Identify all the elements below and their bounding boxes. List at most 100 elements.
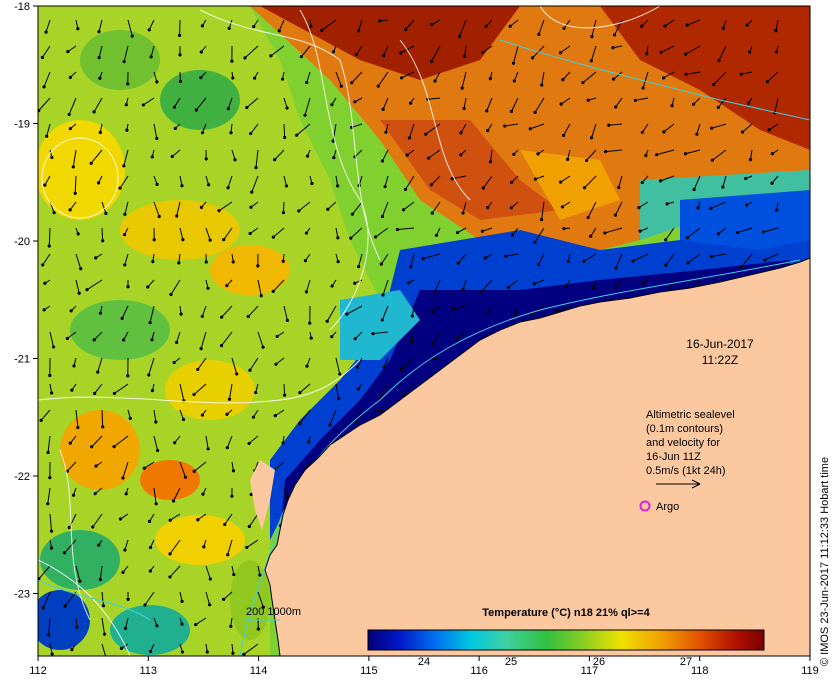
velocity-arrow-head xyxy=(281,211,286,215)
velocity-arrow-head xyxy=(614,105,618,109)
velocity-arrow-head xyxy=(709,254,714,259)
velocity-arrow-head xyxy=(431,341,435,346)
velocity-arrow-head xyxy=(381,107,385,111)
velocity-arrow-head xyxy=(692,187,696,192)
y-tick-label: -23 xyxy=(14,589,30,601)
velocity-arrow-head xyxy=(40,55,45,60)
velocity-arrow-head xyxy=(763,258,767,262)
velocity-arrow-head xyxy=(66,50,70,54)
velocity-arrow-head xyxy=(154,502,158,506)
velocity-arrow-head xyxy=(120,316,124,320)
velocity-arrow-head xyxy=(50,652,54,656)
velocity-arrow-head xyxy=(201,492,205,496)
velocity-arrow-head xyxy=(644,154,648,158)
velocity-arrow-head xyxy=(589,234,593,238)
y-tick-label: -18 xyxy=(14,1,30,13)
velocity-arrow-head xyxy=(462,54,467,58)
velocity-arrow-head xyxy=(254,166,258,170)
velocity-arrow-head xyxy=(226,107,230,111)
colorbar-tick: 27 xyxy=(680,656,692,668)
velocity-arrow-head xyxy=(633,98,638,103)
velocity-arrow-head xyxy=(353,100,357,104)
velocity-arrow-head xyxy=(405,153,409,157)
velocity-arrow-head xyxy=(41,606,45,610)
velocity-arrow-head xyxy=(98,76,102,80)
y-tick-label: -22 xyxy=(14,471,30,483)
velocity-arrow-head xyxy=(170,154,174,159)
velocity-arrow-head xyxy=(298,391,302,395)
velocity-arrow-head xyxy=(641,86,645,90)
velocity-arrow-head xyxy=(151,260,155,264)
velocity-arrow-head xyxy=(403,187,408,191)
velocity-arrow-head xyxy=(217,209,221,213)
velocity-arrow-head xyxy=(65,336,69,341)
velocity-arrow-head xyxy=(92,338,96,342)
velocity-arrow-head xyxy=(122,232,127,237)
velocity-arrow xyxy=(101,227,104,241)
velocity-arrow-head xyxy=(192,469,196,473)
velocity-arrow-head xyxy=(540,83,544,87)
velocity-arrow-head xyxy=(42,85,46,89)
velocity-arrow-head xyxy=(456,261,460,265)
velocity-arrow-head xyxy=(43,281,47,285)
velocity-arrow-head xyxy=(374,235,378,239)
velocity-arrow-head xyxy=(78,579,82,583)
velocity-arrow-head xyxy=(43,183,47,187)
velocity-arrow-head xyxy=(566,259,570,263)
velocity-arrow-head xyxy=(142,466,146,470)
velocity-arrow-head xyxy=(94,464,98,468)
velocity-arrow-head xyxy=(192,392,196,397)
velocity-arrow-head xyxy=(121,570,125,574)
velocity-arrow-head xyxy=(231,76,235,80)
velocity-arrow-head xyxy=(76,27,80,31)
velocity-arrow-head xyxy=(49,546,54,550)
velocity-arrow-head xyxy=(281,441,285,445)
velocity-arrow-head xyxy=(256,264,260,268)
velocity-arrow-head xyxy=(307,440,311,444)
velocity-arrow-head xyxy=(168,552,172,556)
velocity-arrow-head xyxy=(50,391,54,395)
velocity-arrow-head xyxy=(112,391,116,396)
velocity-arrow-head xyxy=(97,55,101,60)
velocity-arrow-head xyxy=(72,364,76,368)
velocity-arrow-head xyxy=(122,338,126,342)
velocity-arrow-head xyxy=(204,157,208,161)
sst-map: 112 113 114 115 116 117 118 119 -18-19-20-21-22… xyxy=(14,1,831,677)
velocity-arrow-head xyxy=(222,597,226,601)
velocity-arrow-head xyxy=(96,181,101,185)
velocity-arrow-head xyxy=(383,184,387,189)
velocity-arrow-head xyxy=(304,231,309,235)
velocity-arrow-head xyxy=(684,52,688,56)
velocity-arrow-head xyxy=(253,76,257,80)
velocity-arrow-head xyxy=(196,518,200,522)
velocity-arrow-head xyxy=(123,548,127,552)
velocity-arrow-head xyxy=(254,390,258,395)
velocity-arrow-head xyxy=(481,50,485,55)
velocity-arrow-head xyxy=(85,288,89,292)
velocity-arrow-head xyxy=(486,205,490,210)
velocity-arrow-head xyxy=(432,290,437,294)
velocity-arrow-head xyxy=(716,232,721,236)
velocity-arrow-head xyxy=(155,448,160,453)
velocity-arrow-head xyxy=(275,334,279,339)
velocity-arrow-head xyxy=(208,238,212,242)
velocity-arrow-head xyxy=(70,388,74,392)
velocity-arrow-head xyxy=(330,335,334,339)
velocity-arrow-head xyxy=(298,421,302,426)
argo-label: Argo xyxy=(656,501,679,513)
velocity-arrow-head xyxy=(206,447,210,451)
velocity-arrow-head xyxy=(148,545,153,550)
velocity-arrow-head xyxy=(670,104,674,108)
velocity-arrow-head xyxy=(47,244,51,248)
velocity-arrow-head xyxy=(93,492,97,496)
velocity-arrow-head xyxy=(41,263,45,267)
velocity-arrow-head xyxy=(663,24,667,28)
velocity-arrow-head xyxy=(45,134,49,138)
x-tick-label: 118 xyxy=(691,665,709,677)
velocity-arrow-head xyxy=(225,283,229,288)
velocity-arrow-head xyxy=(223,522,227,527)
velocity-arrow-head xyxy=(457,35,462,39)
velocity-arrow-head xyxy=(614,266,618,270)
velocity-arrow-head xyxy=(200,314,204,318)
velocity-arrow-head xyxy=(101,239,105,243)
